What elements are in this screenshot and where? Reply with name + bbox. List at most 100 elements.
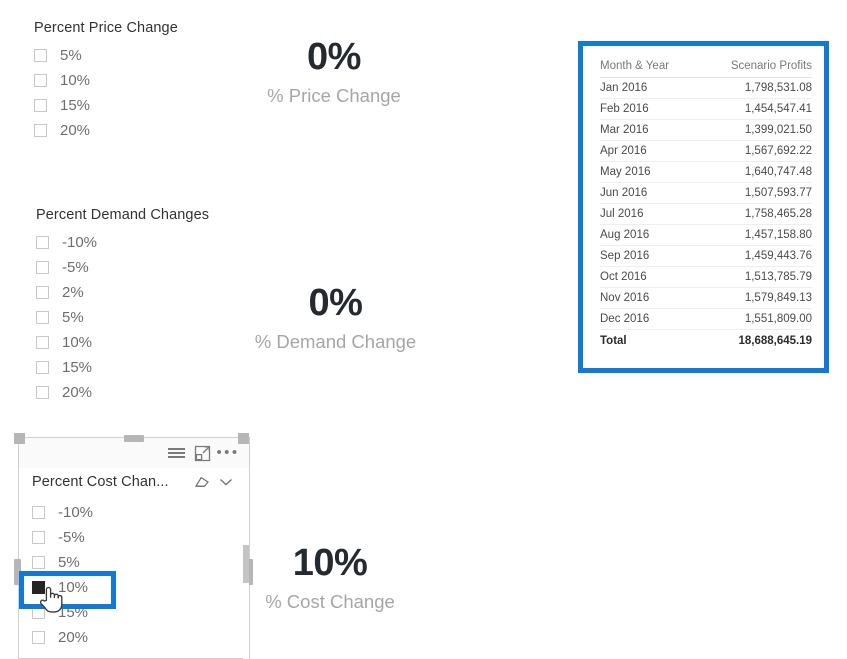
table-row[interactable]: Sep 2016 1,459,443.76 (600, 245, 812, 267)
checkbox-icon[interactable] (32, 556, 45, 569)
cell-month: Oct 2016 (600, 266, 698, 288)
slicer-item-label: 20% (58, 629, 89, 646)
cell-profit: 1,454,547.41 (697, 98, 812, 120)
slicer-item-demand-10[interactable]: 10% (36, 330, 209, 355)
slicer-items-price: 5% 10% 15% 20% (34, 43, 178, 143)
slicer-items-demand: -10% -5% 2% 5% 10% 15% 20% (36, 230, 209, 405)
card-value: 0% (307, 36, 361, 78)
checkbox-icon[interactable] (32, 531, 45, 544)
checkbox-icon[interactable] (34, 74, 47, 87)
table-row[interactable]: Oct 2016 1,513,785.79 (600, 266, 812, 288)
slicer-item-label: 2% (62, 284, 84, 301)
table-body: Jan 2016 1,798,531.08 Feb 2016 1,454,547… (600, 77, 812, 351)
card-value: 10% (292, 542, 368, 584)
card-demand-change: 0% % Demand Change (233, 284, 438, 353)
more-options-icon[interactable]: ••• (215, 442, 241, 464)
cell-profit: 1,457,158.80 (697, 224, 812, 246)
cell-month: Sep 2016 (600, 245, 698, 267)
slicer-item-price-20[interactable]: 20% (34, 118, 178, 143)
cell-profit: 1,640,747.48 (697, 161, 812, 183)
slicer-item-demand-minus10[interactable]: -10% (36, 230, 209, 255)
slicer-item-cost-15[interactable]: 15% (32, 600, 93, 625)
slicer-percent-demand-changes[interactable]: Percent Demand Changes -10% -5% 2% 5% 10… (36, 207, 209, 405)
slicer-item-demand-5[interactable]: 5% (36, 305, 209, 330)
cell-profit: 1,567,692.22 (697, 140, 812, 162)
slicer-percent-price-change[interactable]: Percent Price Change 5% 10% 15% 20% (34, 20, 178, 143)
slicer-item-demand-minus5[interactable]: -5% (36, 255, 209, 280)
slicer-item-price-15[interactable]: 15% (34, 93, 178, 118)
checkbox-icon[interactable] (32, 606, 45, 619)
table-row[interactable]: Apr 2016 1,567,692.22 (600, 140, 812, 162)
slicer-item-cost-minus10[interactable]: -10% (32, 500, 93, 525)
slicer-scrollbar-thumb[interactable] (243, 545, 249, 583)
slicer-item-cost-20[interactable]: 20% (32, 625, 93, 650)
table-row[interactable]: Jun 2016 1,507,593.77 (600, 182, 812, 204)
cell-month: Apr 2016 (600, 140, 698, 162)
cell-month: Aug 2016 (600, 224, 698, 246)
slicer-item-cost-minus5[interactable]: -5% (32, 525, 93, 550)
slicer-title-cost: Percent Cost Chan... (32, 474, 169, 490)
table-header-row: Month & Year Scenario Profits (600, 60, 812, 78)
visual-header-toolbar: ••• (19, 438, 249, 468)
table-row[interactable]: Aug 2016 1,457,158.80 (600, 224, 812, 246)
table-row[interactable]: Dec 2016 1,551,809.00 (600, 308, 812, 330)
resize-handle-top-left[interactable] (14, 433, 25, 444)
slicer-item-label: 10% (62, 334, 93, 351)
checkbox-icon[interactable] (36, 311, 49, 324)
table-total-row: Total 18,688,645.19 (600, 329, 812, 351)
cell-month: Mar 2016 (600, 119, 698, 141)
checkbox-icon[interactable] (36, 236, 49, 249)
focus-mode-icon[interactable] (189, 442, 215, 464)
checkbox-icon[interactable] (36, 261, 49, 274)
slicer-item-price-10[interactable]: 10% (34, 68, 178, 93)
checkbox-icon[interactable] (36, 286, 49, 299)
slicer-item-price-5[interactable]: 5% (34, 43, 178, 68)
scenario-profits-table-visual[interactable]: Month & Year Scenario Profits Jan 2016 1… (578, 41, 829, 373)
checkbox-icon[interactable] (36, 361, 49, 374)
checkbox-icon[interactable] (34, 99, 47, 112)
hamburger-filter-icon[interactable] (163, 442, 189, 464)
column-header-scenario-profits[interactable]: Scenario Profits (697, 60, 812, 78)
cell-profit: 1,399,021.50 (697, 119, 812, 141)
column-header-month-year[interactable]: Month & Year (600, 60, 698, 78)
table-row[interactable]: Nov 2016 1,579,849.13 (600, 287, 812, 309)
checkbox-icon[interactable] (34, 124, 47, 137)
cell-month: Jan 2016 (600, 77, 698, 99)
slicer-item-label: 10% (58, 579, 89, 596)
table-row[interactable]: Jul 2016 1,758,465.28 (600, 203, 812, 225)
card-price-change: 0% % Price Change (234, 38, 434, 107)
slicer-item-label: 15% (62, 359, 93, 376)
slicer-title-price: Percent Price Change (34, 20, 178, 36)
slicer-item-label: 10% (60, 72, 91, 89)
checkbox-icon[interactable] (32, 506, 45, 519)
slicer-item-label: 20% (62, 384, 93, 401)
checkbox-checked-icon[interactable] (32, 581, 45, 594)
chevron-down-icon[interactable] (214, 476, 238, 488)
checkbox-icon[interactable] (32, 631, 45, 644)
resize-handle-left-middle[interactable] (14, 559, 21, 585)
slicer-items-cost: -10% -5% 5% 10% 15% 20% (32, 500, 93, 650)
table-row[interactable]: Feb 2016 1,454,547.41 (600, 98, 812, 120)
cell-profit: 1,551,809.00 (697, 308, 812, 330)
slicer-item-demand-15[interactable]: 15% (36, 355, 209, 380)
table-row[interactable]: Jan 2016 1,798,531.08 (600, 77, 812, 99)
slicer-item-label: -10% (62, 234, 98, 251)
cell-profit: 1,507,593.77 (697, 182, 812, 204)
table-row[interactable]: Mar 2016 1,399,021.50 (600, 119, 812, 141)
slicer-item-demand-2[interactable]: 2% (36, 280, 209, 305)
slicer-item-cost-5[interactable]: 5% (32, 550, 93, 575)
resize-handle-top-center[interactable] (124, 435, 144, 442)
slicer-item-label: 15% (58, 604, 89, 621)
slicer-item-cost-10[interactable]: 10% (32, 575, 93, 600)
checkbox-icon[interactable] (36, 336, 49, 349)
checkbox-icon[interactable] (36, 386, 49, 399)
resize-handle-top-right[interactable] (238, 433, 249, 444)
card-value: 0% (308, 282, 363, 324)
checkbox-icon[interactable] (34, 49, 47, 62)
slicer-item-demand-20[interactable]: 20% (36, 380, 209, 405)
slicer-scrollbar[interactable] (243, 533, 249, 659)
slicer-percent-cost-change-visual[interactable]: ••• Percent Cost Chan... -10% -5% 5% 10%… (18, 437, 250, 659)
cell-month: Dec 2016 (600, 308, 698, 330)
table-row[interactable]: May 2016 1,640,747.48 (600, 161, 812, 183)
eraser-clear-selections-icon[interactable] (190, 475, 214, 489)
